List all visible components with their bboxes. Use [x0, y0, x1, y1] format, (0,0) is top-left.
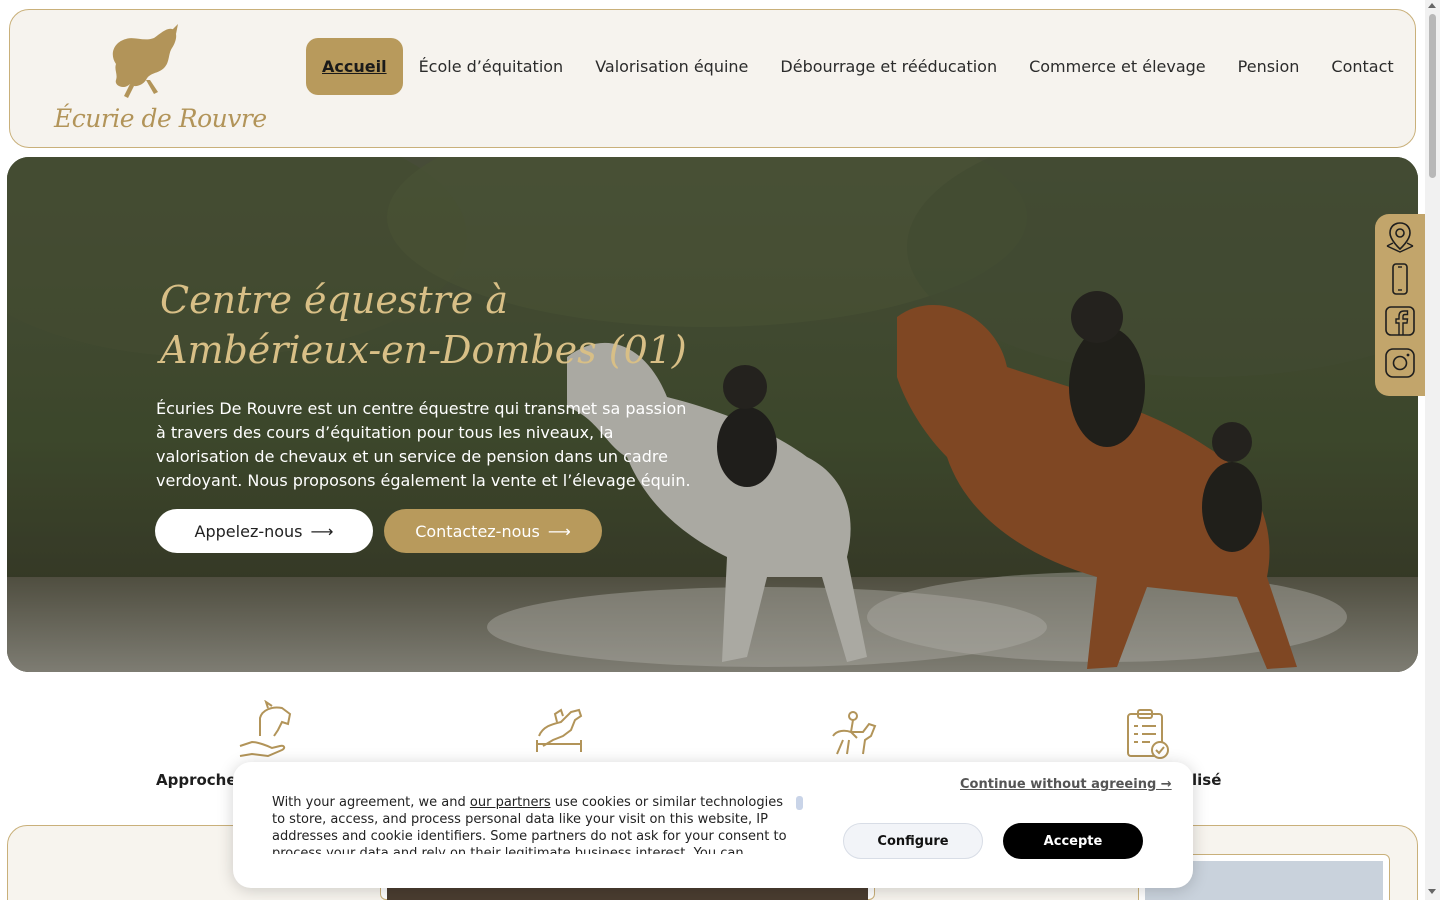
hero-section: Centre équestre à Ambérieux-en-Dombes (0…	[7, 157, 1418, 672]
phone-icon[interactable]	[1383, 262, 1417, 296]
hand-horse-icon	[239, 700, 292, 758]
map-pin-icon[interactable]	[1383, 220, 1417, 254]
nav-item-debourrage-reeducation[interactable]: Débourrage et rééducation	[764, 38, 1013, 95]
feature-label-personalized: lisé	[1192, 771, 1222, 789]
scrollbar-thumb[interactable]	[1429, 14, 1436, 178]
site-header: Écurie de Rouvre Accueil École d’équitat…	[9, 9, 1416, 148]
horse-logo-icon	[112, 24, 178, 98]
arrow-right-icon: ⟶	[310, 521, 334, 541]
feature-approach	[238, 700, 294, 760]
hero-title: Centre équestre à Ambérieux-en-Dombes (0…	[160, 278, 687, 372]
rider-icon	[832, 711, 877, 755]
call-button-label: Appelez-nous	[194, 521, 303, 541]
nav-item-accueil[interactable]: Accueil	[306, 38, 403, 95]
cookie-banner: With your agreement, we and our partners…	[233, 762, 1193, 888]
facebook-icon[interactable]	[1383, 304, 1417, 338]
instagram-icon[interactable]	[1383, 346, 1417, 380]
continue-without-agreeing-link[interactable]: Continue without agreeing →	[960, 777, 1172, 792]
contact-button-label: Contactez-nous	[415, 521, 540, 541]
nav-item-ecole-equitation[interactable]: École d’équitation	[403, 38, 580, 95]
nav-item-commerce-elevage[interactable]: Commerce et élevage	[1013, 38, 1222, 95]
scroll-up-icon[interactable]	[1428, 3, 1436, 8]
nav-item-valorisation-equine[interactable]: Valorisation équine	[579, 38, 764, 95]
checklist-icon	[1127, 709, 1169, 759]
site-logo[interactable]: Écurie de Rouvre	[54, 24, 267, 134]
cookie-text: With your agreement, we and our partners…	[272, 794, 792, 854]
social-sidebar	[1375, 214, 1425, 396]
feature-checklist	[1124, 708, 1172, 760]
accept-button[interactable]: Accepte	[1003, 823, 1143, 859]
main-nav: Accueil École d’équitation Valorisation …	[306, 38, 1410, 95]
nav-item-pension[interactable]: Pension	[1222, 38, 1316, 95]
jumping-horse-icon	[536, 708, 583, 752]
cookie-text-scrollbar[interactable]	[796, 796, 803, 810]
page-scrollbar[interactable]	[1425, 0, 1440, 900]
arrow-right-icon: ⟶	[547, 521, 571, 541]
configure-button[interactable]: Configure	[843, 823, 983, 859]
contact-button[interactable]: Contactez-nous ⟶	[384, 509, 602, 553]
cookie-text-start: With your agreement, we and	[272, 795, 470, 810]
scroll-down-icon[interactable]	[1428, 889, 1436, 894]
logo-text: Écurie de Rouvre	[54, 104, 267, 133]
feature-jumping	[533, 706, 585, 756]
partners-link[interactable]: our partners	[470, 795, 551, 810]
call-button[interactable]: Appelez-nous ⟶	[155, 509, 373, 553]
feature-rider	[829, 710, 877, 756]
hero-description: Écuries De Rouvre est un centre équestre…	[156, 399, 691, 490]
nav-item-contact[interactable]: Contact	[1315, 38, 1409, 95]
